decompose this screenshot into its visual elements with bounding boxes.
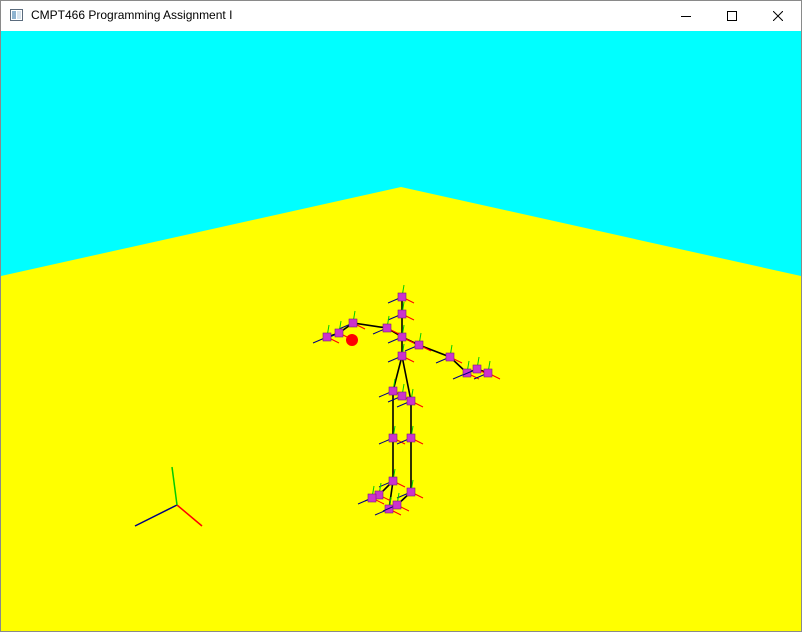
joint-marker — [388, 386, 398, 396]
joint-marker — [367, 493, 377, 503]
maximize-button[interactable] — [709, 1, 755, 31]
joint-marker — [397, 309, 407, 319]
joint-marker — [445, 352, 455, 362]
joint-marker — [397, 332, 407, 342]
joint-marker — [397, 391, 407, 401]
joint-marker — [406, 433, 416, 443]
joint-marker — [334, 328, 344, 338]
joint-marker — [382, 323, 392, 333]
gl-viewport[interactable] — [1, 31, 801, 631]
joint-marker — [414, 340, 424, 350]
joint-marker — [388, 476, 398, 486]
joint-marker — [483, 368, 493, 378]
joint-marker — [388, 433, 398, 443]
joint-marker — [406, 396, 416, 406]
close-icon — [773, 11, 783, 21]
joint-marker — [322, 332, 332, 342]
opengl-window-icon — [10, 9, 23, 21]
end-effector-target — [346, 334, 358, 346]
joint-marker — [397, 351, 407, 361]
joint-marker — [397, 292, 407, 302]
joint-marker — [348, 318, 358, 328]
maximize-icon — [727, 11, 737, 21]
joint-marker — [472, 364, 482, 374]
title-bar[interactable]: CMPT466 Programming Assignment I — [1, 1, 801, 31]
close-button[interactable] — [755, 1, 801, 31]
minimize-icon — [681, 16, 691, 17]
scene-canvas[interactable] — [1, 31, 801, 631]
joint-marker — [392, 500, 402, 510]
window-title: CMPT466 Programming Assignment I — [31, 8, 233, 22]
joint-marker — [406, 487, 416, 497]
app-window: CMPT466 Programming Assignment I — [0, 0, 802, 632]
joint-marker — [384, 504, 394, 514]
floor-plane — [1, 187, 801, 631]
minimize-button[interactable] — [663, 1, 709, 31]
